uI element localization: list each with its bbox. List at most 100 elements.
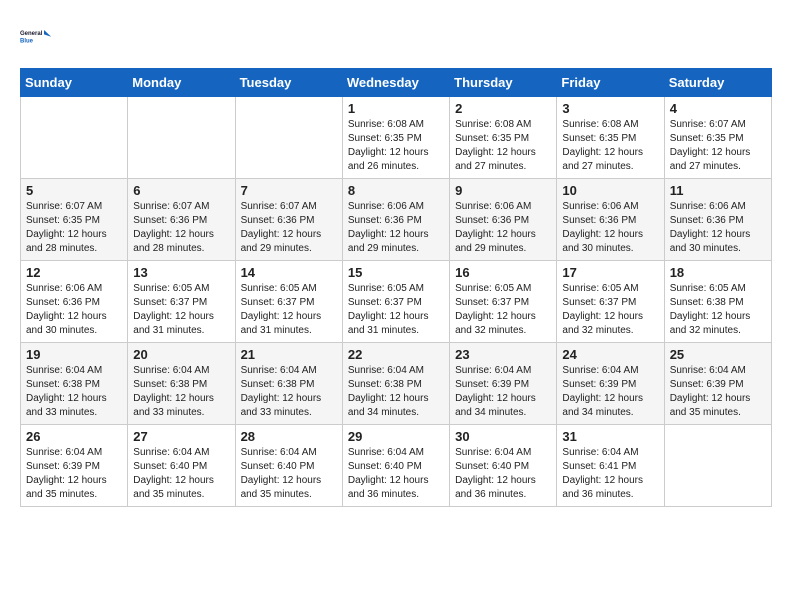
calendar-cell: 28 Sunrise: 6:04 AM Sunset: 6:40 PM Dayli… xyxy=(235,425,342,507)
weekday-header: Friday xyxy=(557,69,664,97)
calendar-cell: 2 Sunrise: 6:08 AM Sunset: 6:35 PM Daylig… xyxy=(450,97,557,179)
calendar-cell: 7 Sunrise: 6:07 AM Sunset: 6:36 PM Daylig… xyxy=(235,179,342,261)
weekday-header-row: SundayMondayTuesdayWednesdayThursdayFrid… xyxy=(21,69,772,97)
day-info: Sunrise: 6:04 AM Sunset: 6:40 PM Dayligh… xyxy=(133,446,229,502)
calendar-cell: 21 Sunrise: 6:04 AM Sunset: 6:38 PM Dayli… xyxy=(235,343,342,425)
day-number: 12 xyxy=(26,265,122,280)
calendar-cell: 26 Sunrise: 6:04 AM Sunset: 6:39 PM Dayli… xyxy=(21,425,128,507)
day-info: Sunrise: 6:06 AM Sunset: 6:36 PM Dayligh… xyxy=(562,200,658,256)
calendar-cell: 5 Sunrise: 6:07 AM Sunset: 6:35 PM Daylig… xyxy=(21,179,128,261)
day-number: 31 xyxy=(562,429,658,444)
calendar-cell: 6 Sunrise: 6:07 AM Sunset: 6:36 PM Daylig… xyxy=(128,179,235,261)
calendar-cell: 22 Sunrise: 6:04 AM Sunset: 6:38 PM Dayli… xyxy=(342,343,449,425)
weekday-header: Monday xyxy=(128,69,235,97)
day-number: 4 xyxy=(670,101,766,116)
calendar-cell: 13Sunrise: 6:05 AM Sunset: 6:37 PM Dayli… xyxy=(128,261,235,343)
weekday-header: Tuesday xyxy=(235,69,342,97)
day-info: Sunrise: 6:08 AM Sunset: 6:35 PM Dayligh… xyxy=(348,118,444,174)
calendar-week-row: 26 Sunrise: 6:04 AM Sunset: 6:39 PM Dayli… xyxy=(21,425,772,507)
calendar-cell: 4 Sunrise: 6:07 AM Sunset: 6:35 PM Daylig… xyxy=(664,97,771,179)
page-header: GeneralBlue xyxy=(20,20,772,52)
day-number: 25 xyxy=(670,347,766,362)
calendar-cell: 10Sunrise: 6:06 AM Sunset: 6:36 PM Dayli… xyxy=(557,179,664,261)
day-info: Sunrise: 6:07 AM Sunset: 6:35 PM Dayligh… xyxy=(670,118,766,174)
day-number: 8 xyxy=(348,183,444,198)
calendar-cell: 1 Sunrise: 6:08 AM Sunset: 6:35 PM Daylig… xyxy=(342,97,449,179)
calendar-cell: 17Sunrise: 6:05 AM Sunset: 6:37 PM Dayli… xyxy=(557,261,664,343)
logo-icon: GeneralBlue xyxy=(20,20,52,52)
day-info: Sunrise: 6:04 AM Sunset: 6:41 PM Dayligh… xyxy=(562,446,658,502)
day-number: 18 xyxy=(670,265,766,280)
day-number: 20 xyxy=(133,347,229,362)
day-number: 3 xyxy=(562,101,658,116)
calendar-week-row: 19Sunrise: 6:04 AM Sunset: 6:38 PM Dayli… xyxy=(21,343,772,425)
day-info: Sunrise: 6:04 AM Sunset: 6:38 PM Dayligh… xyxy=(26,364,122,420)
day-number: 1 xyxy=(348,101,444,116)
calendar-cell: 11 Sunrise: 6:06 AM Sunset: 6:36 PM Dayli… xyxy=(664,179,771,261)
day-info: Sunrise: 6:06 AM Sunset: 6:36 PM Dayligh… xyxy=(455,200,551,256)
day-number: 2 xyxy=(455,101,551,116)
logo: GeneralBlue xyxy=(20,20,52,52)
svg-text:General: General xyxy=(20,31,43,37)
calendar-cell: 30Sunrise: 6:04 AM Sunset: 6:40 PM Dayli… xyxy=(450,425,557,507)
day-info: Sunrise: 6:04 AM Sunset: 6:39 PM Dayligh… xyxy=(455,364,551,420)
day-info: Sunrise: 6:04 AM Sunset: 6:38 PM Dayligh… xyxy=(241,364,337,420)
day-info: Sunrise: 6:04 AM Sunset: 6:39 PM Dayligh… xyxy=(670,364,766,420)
calendar-cell: 3Sunrise: 6:08 AM Sunset: 6:35 PM Daylig… xyxy=(557,97,664,179)
calendar-cell: 25 Sunrise: 6:04 AM Sunset: 6:39 PM Dayli… xyxy=(664,343,771,425)
calendar-cell: 12 Sunrise: 6:06 AM Sunset: 6:36 PM Dayli… xyxy=(21,261,128,343)
day-info: Sunrise: 6:04 AM Sunset: 6:39 PM Dayligh… xyxy=(562,364,658,420)
day-info: Sunrise: 6:05 AM Sunset: 6:37 PM Dayligh… xyxy=(348,282,444,338)
calendar-cell: 20 Sunrise: 6:04 AM Sunset: 6:38 PM Dayli… xyxy=(128,343,235,425)
day-info: Sunrise: 6:05 AM Sunset: 6:37 PM Dayligh… xyxy=(241,282,337,338)
day-number: 16 xyxy=(455,265,551,280)
day-info: Sunrise: 6:07 AM Sunset: 6:36 PM Dayligh… xyxy=(133,200,229,256)
calendar-cell: 29Sunrise: 6:04 AM Sunset: 6:40 PM Dayli… xyxy=(342,425,449,507)
day-info: Sunrise: 6:04 AM Sunset: 6:40 PM Dayligh… xyxy=(455,446,551,502)
calendar-table: SundayMondayTuesdayWednesdayThursdayFrid… xyxy=(20,68,772,507)
day-info: Sunrise: 6:04 AM Sunset: 6:38 PM Dayligh… xyxy=(348,364,444,420)
calendar-cell: 15Sunrise: 6:05 AM Sunset: 6:37 PM Dayli… xyxy=(342,261,449,343)
calendar-cell: 16Sunrise: 6:05 AM Sunset: 6:37 PM Dayli… xyxy=(450,261,557,343)
calendar-cell: 19Sunrise: 6:04 AM Sunset: 6:38 PM Dayli… xyxy=(21,343,128,425)
day-number: 5 xyxy=(26,183,122,198)
day-info: Sunrise: 6:05 AM Sunset: 6:38 PM Dayligh… xyxy=(670,282,766,338)
calendar-cell: 27 Sunrise: 6:04 AM Sunset: 6:40 PM Dayli… xyxy=(128,425,235,507)
day-info: Sunrise: 6:06 AM Sunset: 6:36 PM Dayligh… xyxy=(670,200,766,256)
day-info: Sunrise: 6:06 AM Sunset: 6:36 PM Dayligh… xyxy=(348,200,444,256)
weekday-header: Sunday xyxy=(21,69,128,97)
weekday-header: Saturday xyxy=(664,69,771,97)
calendar-cell: 8 Sunrise: 6:06 AM Sunset: 6:36 PM Daylig… xyxy=(342,179,449,261)
day-number: 28 xyxy=(241,429,337,444)
day-info: Sunrise: 6:04 AM Sunset: 6:40 PM Dayligh… xyxy=(241,446,337,502)
day-number: 27 xyxy=(133,429,229,444)
day-info: Sunrise: 6:07 AM Sunset: 6:35 PM Dayligh… xyxy=(26,200,122,256)
calendar-week-row: 5 Sunrise: 6:07 AM Sunset: 6:35 PM Daylig… xyxy=(21,179,772,261)
calendar-cell: 14 Sunrise: 6:05 AM Sunset: 6:37 PM Dayli… xyxy=(235,261,342,343)
svg-text:Blue: Blue xyxy=(20,38,34,44)
day-number: 24 xyxy=(562,347,658,362)
calendar-cell: 9Sunrise: 6:06 AM Sunset: 6:36 PM Daylig… xyxy=(450,179,557,261)
day-number: 26 xyxy=(26,429,122,444)
day-info: Sunrise: 6:06 AM Sunset: 6:36 PM Dayligh… xyxy=(26,282,122,338)
day-info: Sunrise: 6:04 AM Sunset: 6:38 PM Dayligh… xyxy=(133,364,229,420)
calendar-cell xyxy=(664,425,771,507)
day-number: 14 xyxy=(241,265,337,280)
day-number: 6 xyxy=(133,183,229,198)
calendar-cell: 24 Sunrise: 6:04 AM Sunset: 6:39 PM Dayli… xyxy=(557,343,664,425)
calendar-cell xyxy=(235,97,342,179)
day-info: Sunrise: 6:05 AM Sunset: 6:37 PM Dayligh… xyxy=(133,282,229,338)
day-number: 22 xyxy=(348,347,444,362)
day-number: 11 xyxy=(670,183,766,198)
calendar-cell xyxy=(128,97,235,179)
day-number: 21 xyxy=(241,347,337,362)
day-number: 7 xyxy=(241,183,337,198)
day-info: Sunrise: 6:04 AM Sunset: 6:40 PM Dayligh… xyxy=(348,446,444,502)
day-info: Sunrise: 6:08 AM Sunset: 6:35 PM Dayligh… xyxy=(455,118,551,174)
weekday-header: Wednesday xyxy=(342,69,449,97)
day-number: 23 xyxy=(455,347,551,362)
day-number: 17 xyxy=(562,265,658,280)
calendar-cell xyxy=(21,97,128,179)
day-info: Sunrise: 6:04 AM Sunset: 6:39 PM Dayligh… xyxy=(26,446,122,502)
day-info: Sunrise: 6:07 AM Sunset: 6:36 PM Dayligh… xyxy=(241,200,337,256)
